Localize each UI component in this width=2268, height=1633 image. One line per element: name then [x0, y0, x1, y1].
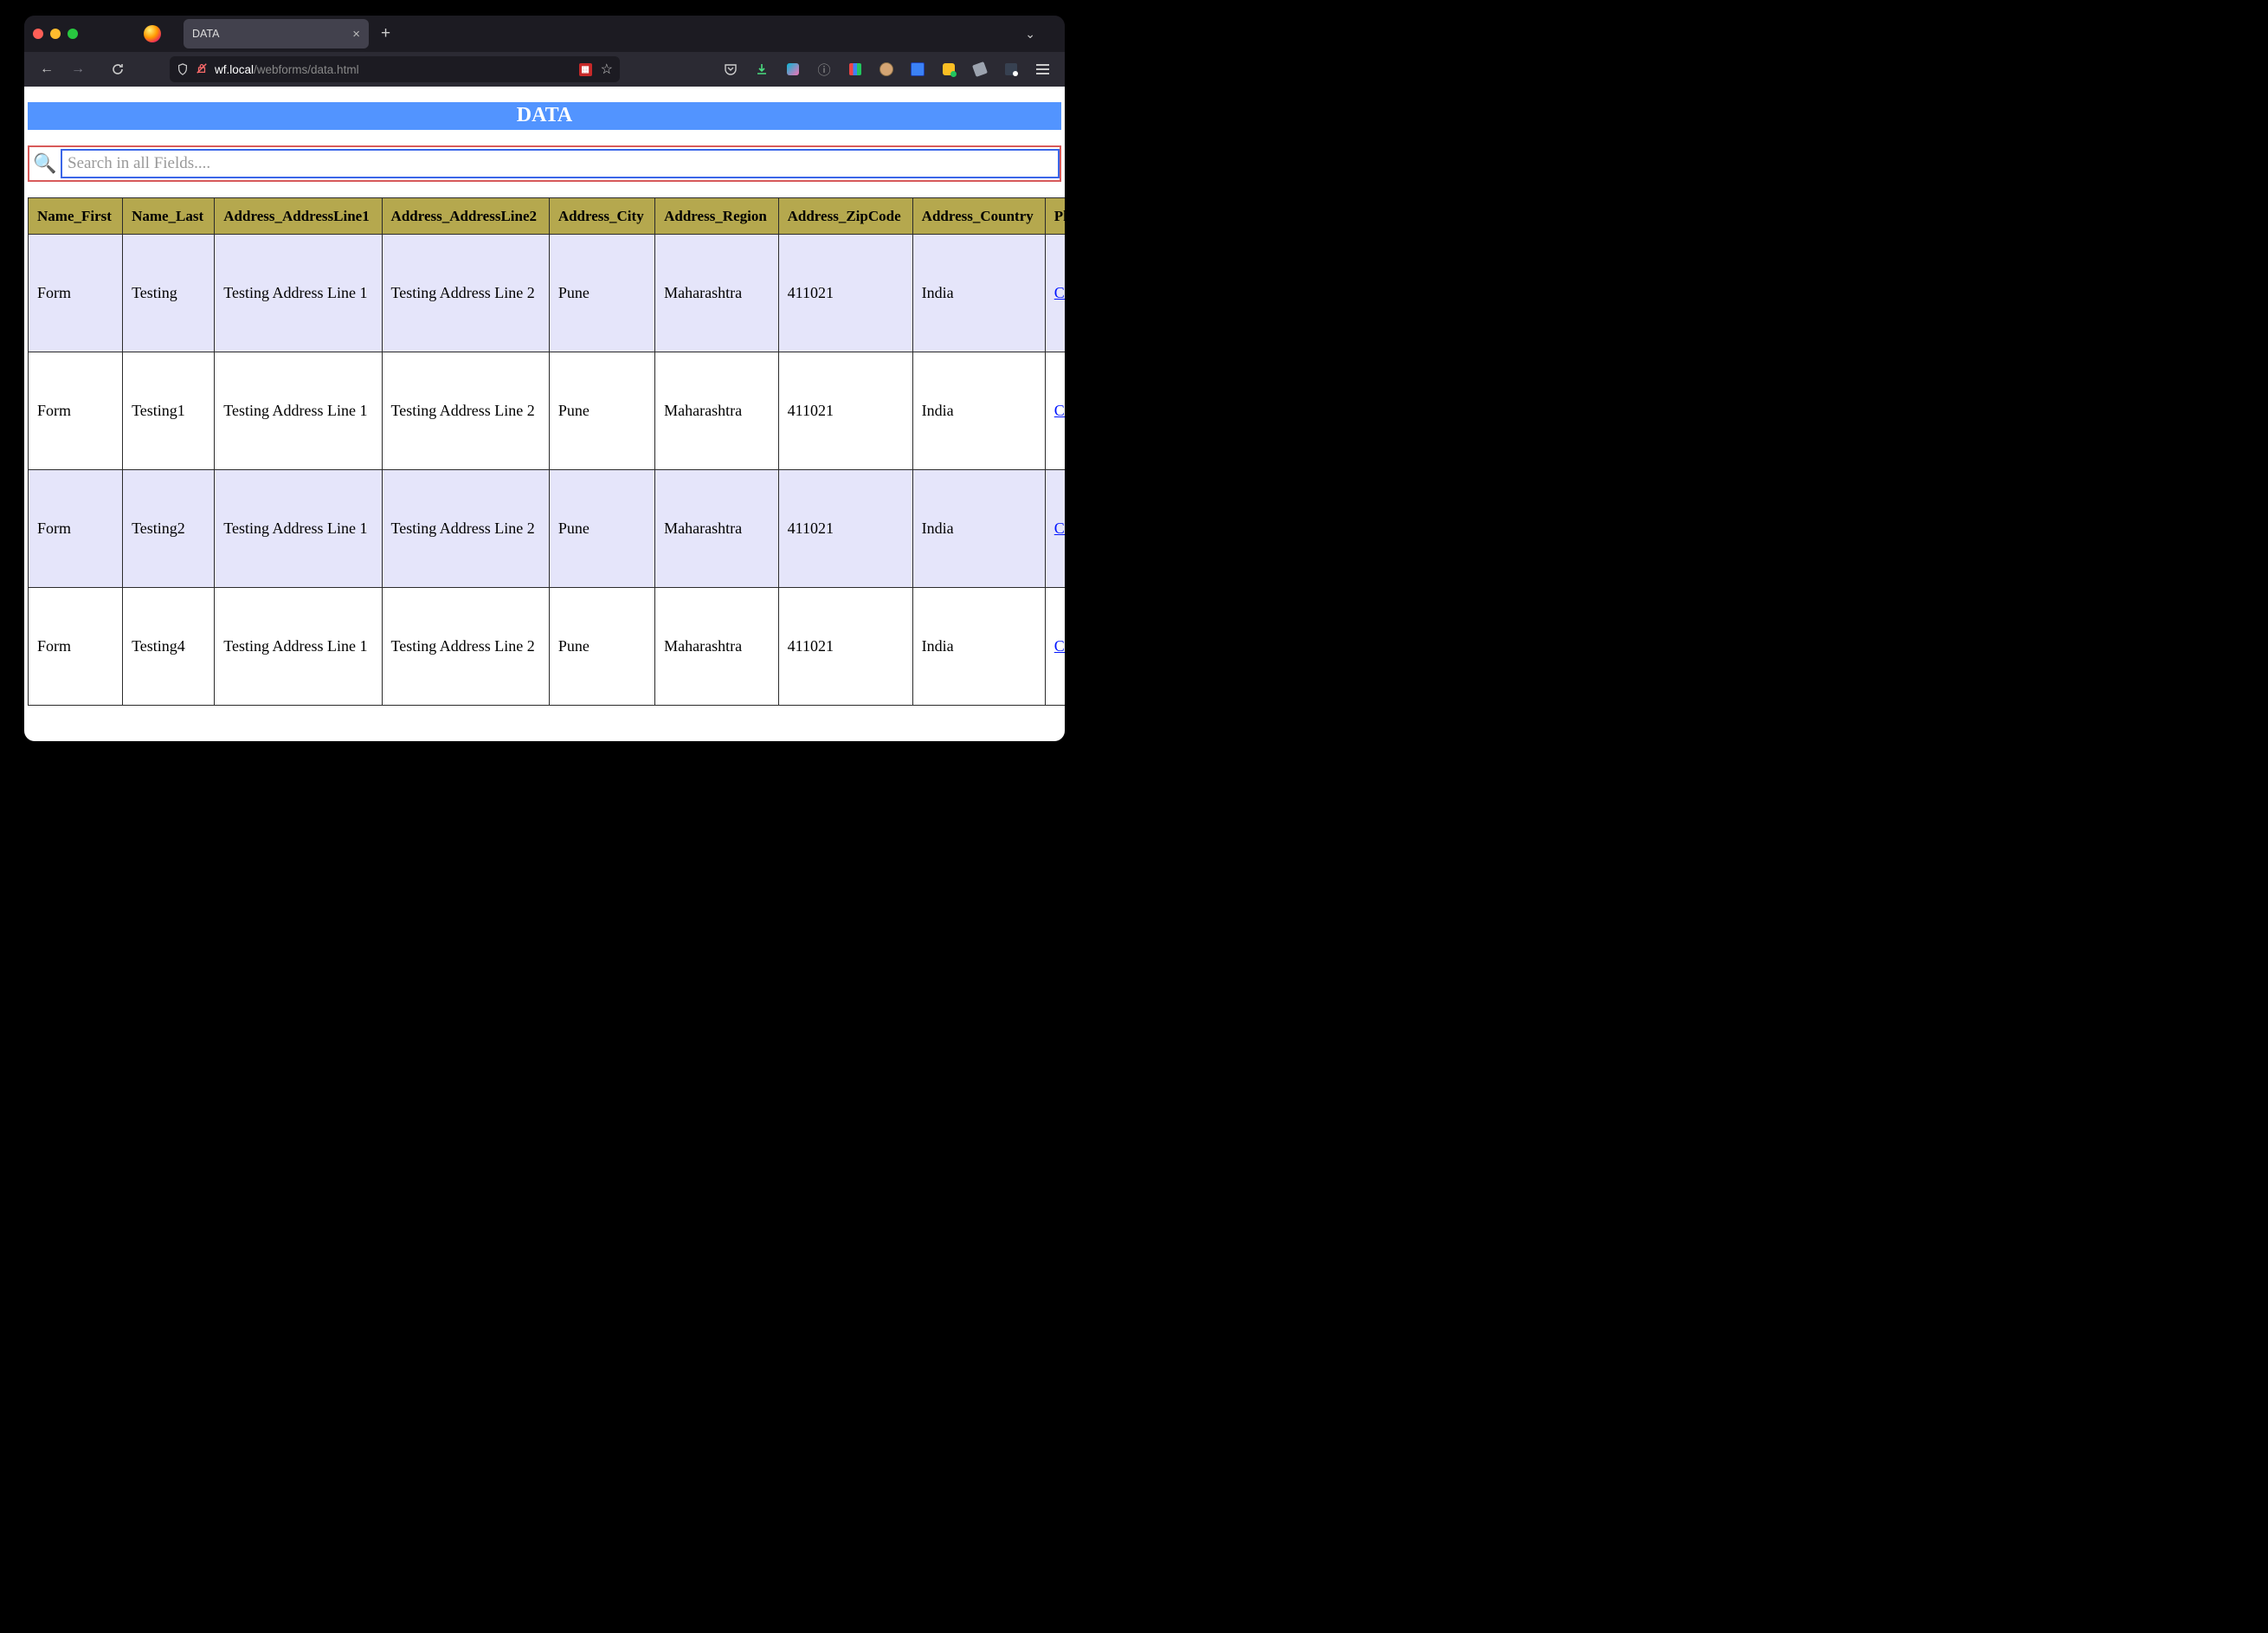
cell-zip: 411021: [778, 235, 912, 352]
cell-addr1: Testing Address Line 1: [215, 235, 382, 352]
cell-country: India: [912, 235, 1045, 352]
extension-info-icon[interactable]: ⓘ: [810, 55, 838, 83]
window-close-button[interactable]: [33, 29, 43, 39]
extension-save-icon[interactable]: [904, 55, 931, 83]
cell-city: Pune: [549, 470, 654, 588]
downloads-icon[interactable]: [748, 55, 776, 83]
cell-first: Form: [29, 235, 123, 352]
col-header-addr1: Address_AddressLine1: [215, 198, 382, 235]
cell-addr1: Testing Address Line 1: [215, 470, 382, 588]
ad-block-icon[interactable]: ▦: [579, 63, 592, 76]
url-bar[interactable]: wf.local/webforms/data.html ▦ ☆: [170, 56, 620, 82]
window-minimize-button[interactable]: [50, 29, 61, 39]
data-table: Name_First Name_Last Address_AddressLine…: [28, 197, 1065, 706]
url-text: wf.local/webforms/data.html: [215, 63, 359, 76]
window-controls: [33, 29, 78, 39]
cell-zip: 411021: [778, 588, 912, 706]
tab-title: DATA: [192, 28, 219, 40]
shield-icon: [177, 63, 189, 75]
cell-first: Form: [29, 470, 123, 588]
cell-country: India: [912, 352, 1045, 470]
table-header-row: Name_First Name_Last Address_AddressLine…: [29, 198, 1066, 235]
extension-monkey-icon[interactable]: [873, 55, 900, 83]
cell-region: Maharashtra: [655, 235, 779, 352]
new-tab-button[interactable]: +: [381, 24, 390, 43]
pocket-icon[interactable]: [717, 55, 744, 83]
cell-first: Form: [29, 352, 123, 470]
cell-country: India: [912, 470, 1045, 588]
cell-phone: Call 888: [1045, 352, 1065, 470]
close-tab-button[interactable]: ×: [352, 27, 360, 42]
cell-first: Form: [29, 588, 123, 706]
table-row: Form Testing1 Testing Address Line 1 Tes…: [29, 352, 1066, 470]
table-row: Form Testing4 Testing Address Line 1 Tes…: [29, 588, 1066, 706]
cell-addr2: Testing Address Line 2: [382, 352, 549, 470]
reload-icon: [111, 62, 125, 76]
cell-zip: 411021: [778, 352, 912, 470]
cell-country: India: [912, 588, 1045, 706]
extension-wand-icon[interactable]: [966, 55, 994, 83]
search-input[interactable]: [61, 149, 1060, 178]
cell-city: Pune: [549, 235, 654, 352]
col-header-addr2: Address_AddressLine2: [382, 198, 549, 235]
col-header-country: Address_Country: [912, 198, 1045, 235]
cell-last: Testing2: [123, 470, 215, 588]
page-viewport: DATA 🔍 Name_First Name_Last Address_Addr…: [24, 87, 1065, 741]
nav-forward-button[interactable]: →: [64, 55, 92, 83]
search-icon: 🔍: [29, 152, 61, 175]
table-row: Form Testing2 Testing Address Line 1 Tes…: [29, 470, 1066, 588]
cell-city: Pune: [549, 588, 654, 706]
hamburger-icon: [1036, 64, 1049, 74]
window-maximize-button[interactable]: [68, 29, 78, 39]
tab-data[interactable]: DATA ×: [184, 19, 369, 48]
bookmark-star-icon[interactable]: ☆: [601, 61, 613, 78]
extension-rainbow-icon[interactable]: [779, 55, 807, 83]
col-header-phone: PhoneN: [1045, 198, 1065, 235]
phone-link[interactable]: Call 888: [1054, 402, 1065, 419]
extension-dark-icon[interactable]: [997, 55, 1025, 83]
toolbar-right-icons: ⓘ: [717, 55, 1056, 83]
cell-region: Maharashtra: [655, 352, 779, 470]
col-header-zip: Address_ZipCode: [778, 198, 912, 235]
cell-addr1: Testing Address Line 1: [215, 588, 382, 706]
cell-addr2: Testing Address Line 2: [382, 235, 549, 352]
cell-zip: 411021: [778, 470, 912, 588]
insecure-lock-icon: [196, 62, 208, 77]
page-title: DATA: [28, 102, 1061, 130]
cell-addr2: Testing Address Line 2: [382, 588, 549, 706]
browser-window: DATA × + ⌄ ← → wf.local/webforms/data.ht…: [24, 16, 1065, 741]
cell-addr2: Testing Address Line 2: [382, 470, 549, 588]
cell-city: Pune: [549, 352, 654, 470]
firefox-logo-icon: [144, 25, 161, 42]
cell-last: Testing1: [123, 352, 215, 470]
phone-link[interactable]: Call 888: [1054, 520, 1065, 537]
cell-phone: Call 888: [1045, 235, 1065, 352]
col-header-region: Address_Region: [655, 198, 779, 235]
app-menu-button[interactable]: [1028, 55, 1056, 83]
phone-link[interactable]: Call 888: [1054, 284, 1065, 301]
cell-region: Maharashtra: [655, 588, 779, 706]
phone-link[interactable]: Call 888: [1054, 637, 1065, 655]
search-area: 🔍: [28, 145, 1061, 182]
extension-file-icon[interactable]: [935, 55, 963, 83]
nav-reload-button[interactable]: [104, 55, 132, 83]
table-row: Form Testing Testing Address Line 1 Test…: [29, 235, 1066, 352]
nav-back-button[interactable]: ←: [33, 55, 61, 83]
tabs-overflow-button[interactable]: ⌄: [1025, 27, 1035, 42]
extension-crayons-icon[interactable]: [841, 55, 869, 83]
col-header-city: Address_City: [549, 198, 654, 235]
col-header-first: Name_First: [29, 198, 123, 235]
cell-addr1: Testing Address Line 1: [215, 352, 382, 470]
cell-last: Testing: [123, 235, 215, 352]
cell-last: Testing4: [123, 588, 215, 706]
toolbar: ← → wf.local/webforms/data.html ▦ ☆: [24, 52, 1065, 87]
col-header-last: Name_Last: [123, 198, 215, 235]
cell-phone: Call 888: [1045, 588, 1065, 706]
tab-strip: DATA × + ⌄: [24, 16, 1065, 52]
cell-phone: Call 888: [1045, 470, 1065, 588]
cell-region: Maharashtra: [655, 470, 779, 588]
